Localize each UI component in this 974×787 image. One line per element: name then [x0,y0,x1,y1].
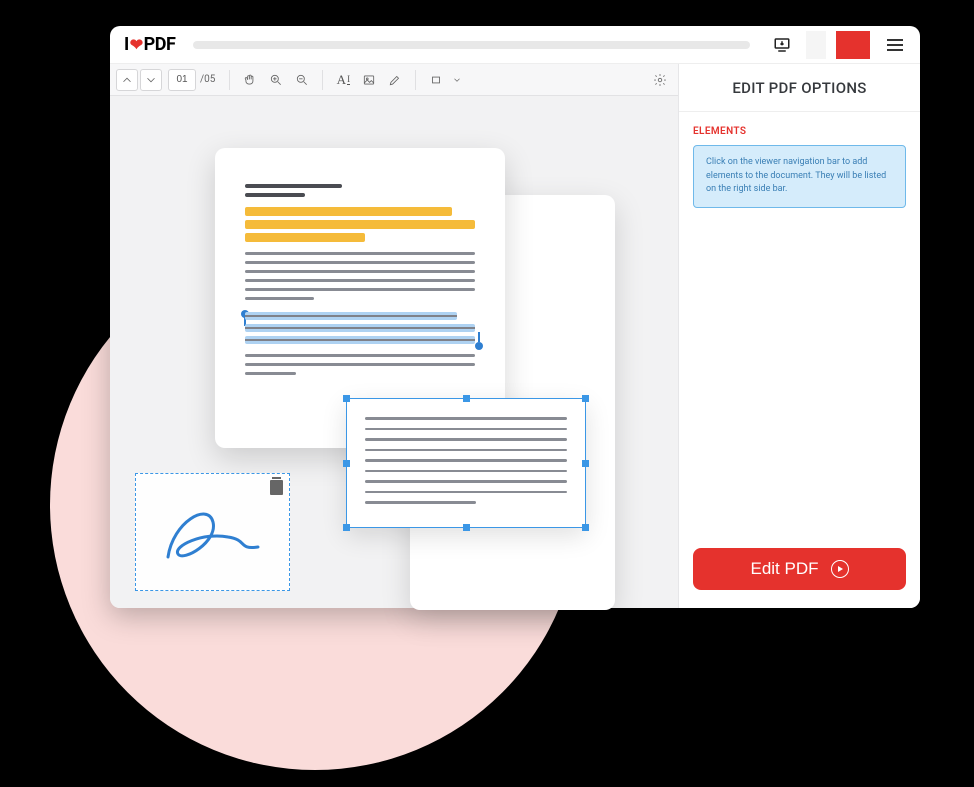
resize-handle-icon[interactable] [582,460,589,467]
highlight-yellow [245,220,475,229]
header: I ❤ PDF [110,26,920,64]
logo-i: I [124,34,129,55]
image-tool-icon[interactable] [357,69,381,91]
resize-handle-icon[interactable] [343,524,350,531]
edit-pdf-button[interactable]: Edit PDF [693,548,906,590]
highlight-yellow [245,207,452,216]
page-total: /05 [200,74,215,85]
hand-tool-icon[interactable] [238,69,262,91]
header-spacer-grey [806,31,826,59]
zoom-out-icon[interactable] [290,69,314,91]
signature-box[interactable] [135,473,290,591]
text-box-selected[interactable] [346,398,586,528]
header-progress-bar [193,41,750,49]
next-page-button[interactable] [140,69,162,91]
zoom-in-icon[interactable] [264,69,288,91]
heart-icon: ❤ [130,35,143,54]
arrow-right-circle-icon [831,560,849,578]
resize-handle-icon[interactable] [463,395,470,402]
page-number-input[interactable] [168,69,196,91]
highlight-yellow [245,233,365,242]
elements-hint: Click on the viewer navigation bar to ad… [693,145,906,208]
panel-body: ELEMENTS Click on the viewer navigation … [679,112,920,548]
resize-handle-icon[interactable] [343,460,350,467]
prev-page-button[interactable] [116,69,138,91]
menu-icon[interactable] [880,31,910,59]
logo[interactable]: I ❤ PDF [124,34,175,55]
shape-tool-icon[interactable] [424,69,448,91]
panel-title: EDIT PDF OPTIONS [679,64,920,112]
delete-icon[interactable] [270,480,283,495]
header-action-red[interactable] [836,31,870,59]
edit-pdf-button-label: Edit PDF [750,559,818,579]
settings-icon[interactable] [648,69,672,91]
shape-dropdown-icon[interactable] [450,69,464,91]
text-tool-icon[interactable]: AI [331,69,355,91]
elements-label: ELEMENTS [693,126,906,137]
logo-pdf: PDF [144,34,176,55]
draw-tool-icon[interactable] [383,69,407,91]
separator [229,70,230,90]
text-selection-blue[interactable] [245,312,475,344]
resize-handle-icon[interactable] [582,395,589,402]
panel-footer: Edit PDF [679,548,920,608]
options-panel: EDIT PDF OPTIONS ELEMENTS Click on the v… [678,64,920,608]
separator [415,70,416,90]
resize-handle-icon[interactable] [343,395,350,402]
separator [322,70,323,90]
resize-handle-icon[interactable] [463,524,470,531]
desktop-download-icon[interactable] [768,31,796,59]
signature-icon [153,492,273,572]
editor-toolbar: /05 AI [110,64,678,96]
resize-handle-icon[interactable] [582,524,589,531]
selection-handle-icon[interactable] [475,342,483,350]
